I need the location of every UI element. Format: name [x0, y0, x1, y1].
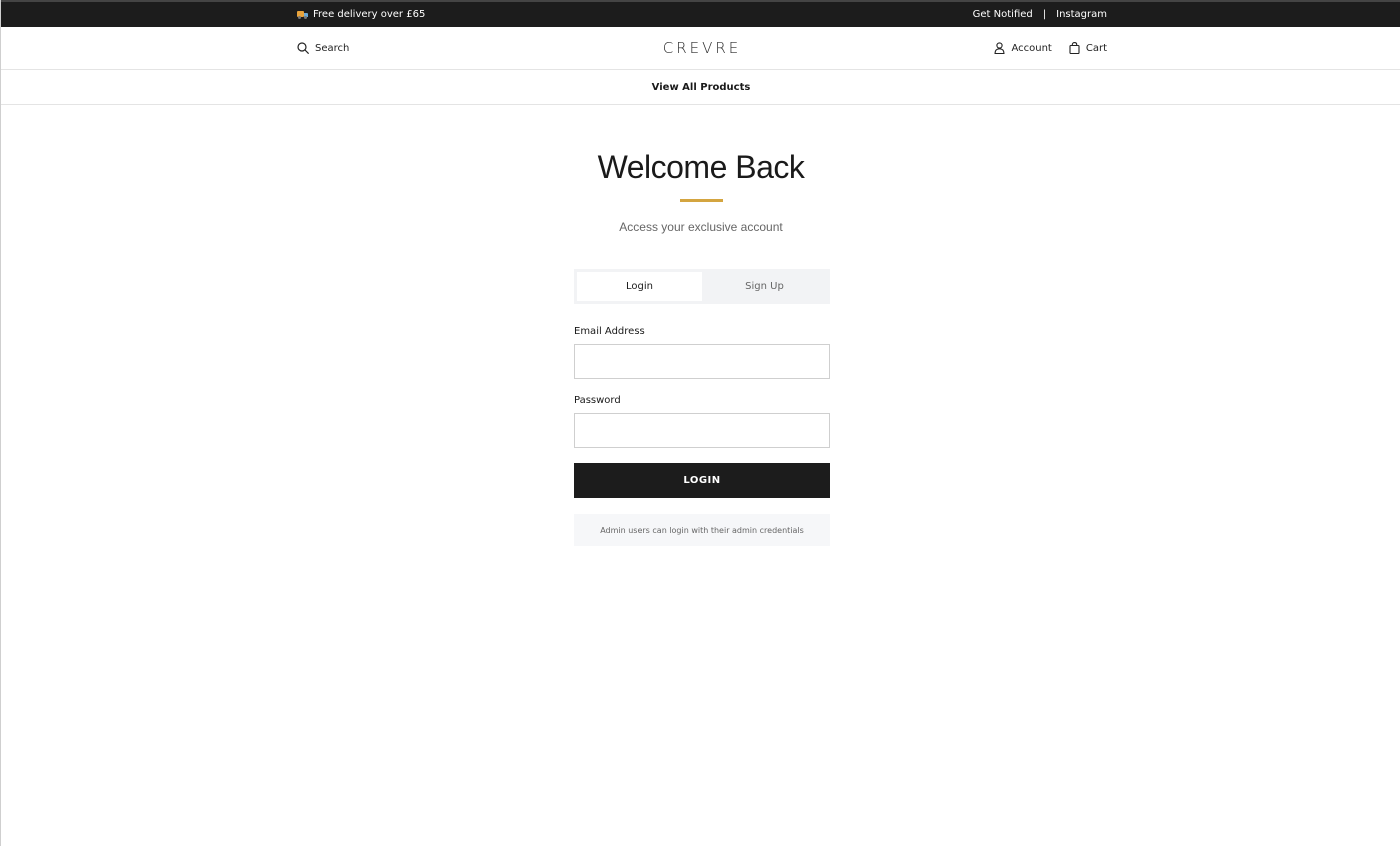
main-nav: View All Products: [1, 70, 1400, 105]
admin-login-note: Admin users can login with their admin c…: [574, 514, 830, 546]
admin-note-text: Admin users can login with their admin c…: [600, 525, 804, 535]
cart-label: Cart: [1085, 42, 1107, 54]
account-label: Account: [1011, 42, 1052, 54]
auth-tabs: Login Sign Up: [574, 269, 830, 304]
free-delivery-promo: Free delivery over £65: [297, 9, 425, 20]
site-logo[interactable]: CREVRE: [663, 39, 742, 57]
user-icon: [994, 42, 1006, 54]
search-label: Search: [315, 42, 350, 54]
password-field[interactable]: [574, 413, 830, 448]
title-accent-divider: [680, 199, 723, 202]
account-button[interactable]: Account: [994, 42, 1052, 54]
search-button[interactable]: Search: [297, 42, 349, 54]
tab-sign-up[interactable]: Sign Up: [702, 272, 827, 301]
page-subtitle: Access your exclusive account: [619, 220, 783, 234]
view-all-products-link[interactable]: View All Products: [652, 82, 751, 93]
login-button[interactable]: LOGIN: [574, 463, 830, 498]
truck-icon: [297, 10, 308, 19]
announcement-bar: Free delivery over £65 Get Notified | In…: [1, 0, 1400, 27]
email-label: Email Address: [574, 326, 645, 337]
search-icon: [297, 42, 309, 54]
email-field[interactable]: [574, 344, 830, 379]
instagram-link[interactable]: Instagram: [1056, 9, 1107, 20]
topbar-separator: |: [1042, 9, 1047, 20]
shopping-bag-icon: [1069, 42, 1080, 54]
password-label: Password: [574, 395, 621, 406]
site-header: Search CREVRE Account Cart: [1, 27, 1400, 70]
tab-login[interactable]: Login: [577, 272, 702, 301]
promo-text: Free delivery over £65: [313, 9, 426, 20]
topbar-links: Get Notified | Instagram: [973, 9, 1107, 20]
cart-button[interactable]: Cart: [1069, 42, 1107, 54]
page-title: Welcome Back: [597, 149, 805, 185]
get-notified-link[interactable]: Get Notified: [973, 9, 1033, 20]
